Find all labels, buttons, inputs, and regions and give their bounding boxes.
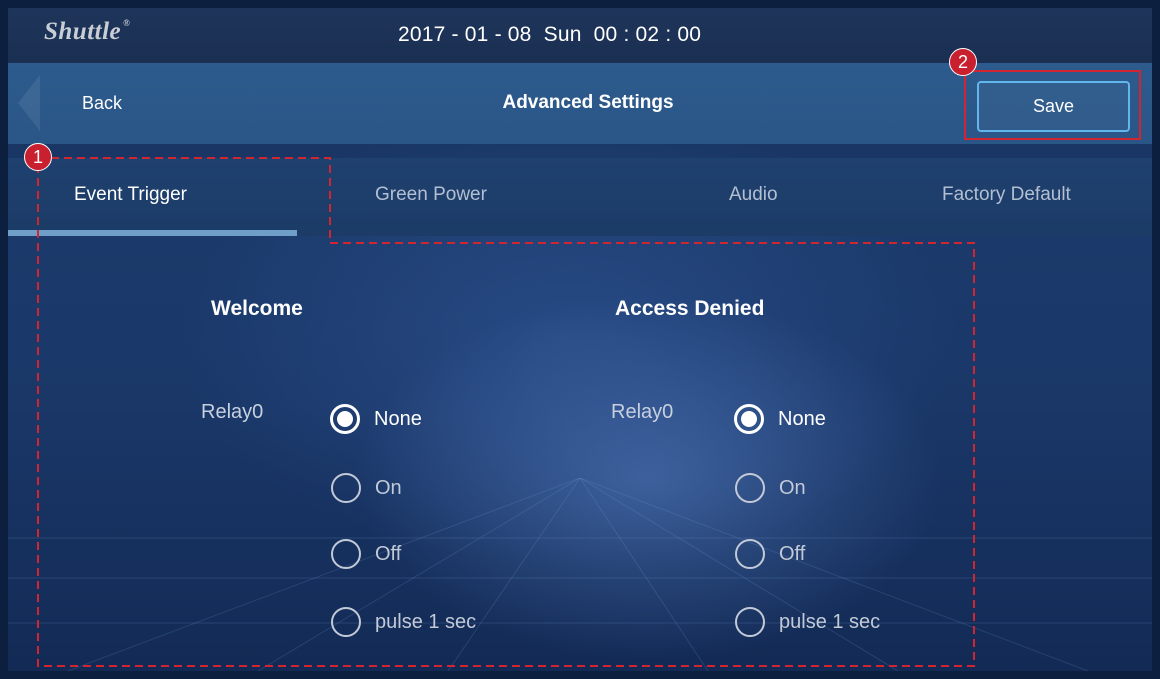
annotation-marker-1: 1	[24, 143, 52, 171]
annotation-marker-2: 2	[949, 48, 977, 76]
annotation-outline-2	[964, 70, 1141, 140]
